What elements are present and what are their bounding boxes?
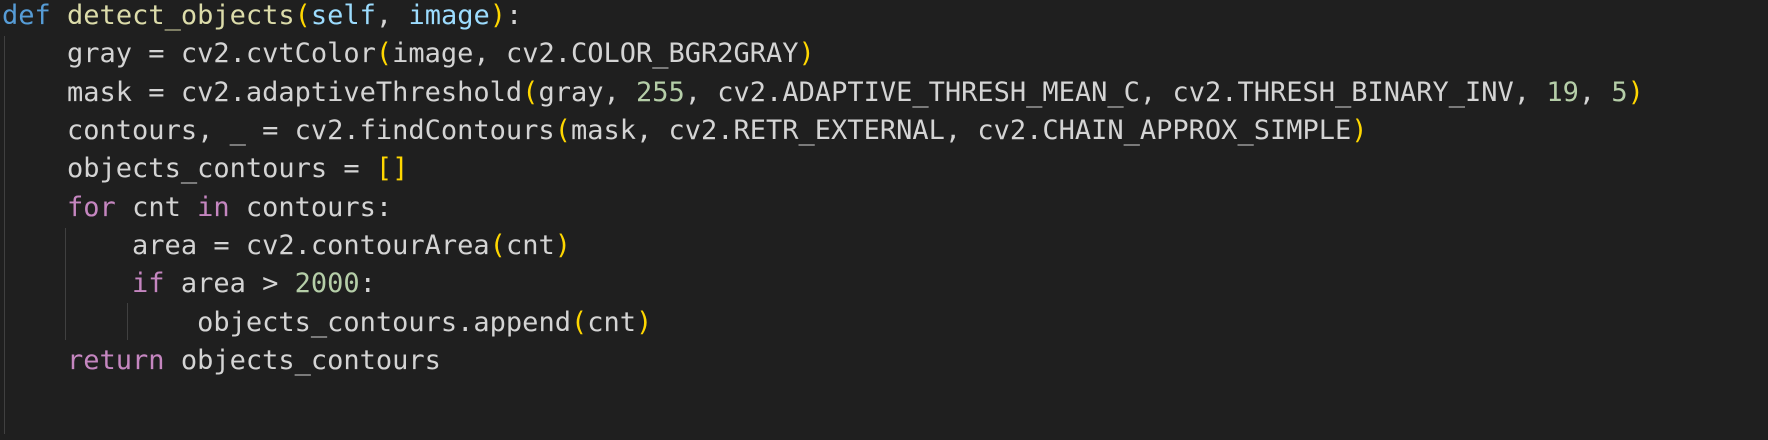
code-token: mask = cv2.adaptiveThreshold <box>67 77 523 108</box>
code-token: detect_objects <box>67 0 295 31</box>
code-token: self <box>310 0 376 31</box>
code-editor[interactable]: def detect_objects(self, image): gray = … <box>0 0 1768 440</box>
code-token: : <box>505 0 523 31</box>
code-token: in <box>197 192 230 223</box>
code-line-6[interactable]: for cnt in contours: <box>2 186 392 229</box>
code-token: 2000 <box>294 268 360 299</box>
code-token: 255 <box>636 77 685 108</box>
code-token: area = cv2.contourArea <box>132 230 490 261</box>
code-token: image <box>408 0 490 31</box>
code-token: [] <box>375 153 409 184</box>
code-token: ( <box>570 307 588 338</box>
code-line-4[interactable]: contours, _ = cv2.findContours(mask, cv2… <box>2 109 1368 152</box>
code-token: ) <box>1351 115 1368 146</box>
code-token: ) <box>489 0 506 31</box>
code-line-5[interactable]: objects_contours = [] <box>2 147 408 190</box>
code-token: mask, cv2.RETR_EXTERNAL, cv2.CHAIN_APPRO… <box>570 115 1352 146</box>
code-token: cnt <box>505 230 555 261</box>
code-token: cnt <box>115 192 198 223</box>
code-token: ( <box>522 77 539 108</box>
code-token: , <box>375 0 409 31</box>
code-token: ) <box>798 38 815 69</box>
code-token: contours: <box>229 192 393 223</box>
code-token: gray, <box>538 77 636 108</box>
code-token: , <box>1578 77 1612 108</box>
code-token: objects_contours.append <box>197 307 571 338</box>
code-token: 5 <box>1611 77 1628 108</box>
code-token: ( <box>294 0 311 31</box>
code-token: ) <box>1627 77 1644 108</box>
code-token: for <box>67 192 116 223</box>
code-token: 19 <box>1546 77 1579 108</box>
code-token: ) <box>554 230 571 261</box>
code-token: objects_contours <box>164 345 441 376</box>
code-line-3[interactable]: mask = cv2.adaptiveThreshold(gray, 255, … <box>2 71 1644 114</box>
code-token: area > <box>164 268 295 299</box>
code-line-9[interactable]: objects_contours.append(cnt) <box>2 301 652 344</box>
code-token: objects_contours = <box>67 153 376 184</box>
code-token: gray = cv2.cvtColor <box>67 38 376 69</box>
code-line-8[interactable]: if area > 2000: <box>2 262 376 305</box>
code-token: ( <box>554 115 571 146</box>
code-token: ) <box>636 307 653 338</box>
code-token: : <box>359 268 376 299</box>
code-line-2[interactable]: gray = cv2.cvtColor(image, cv2.COLOR_BGR… <box>2 32 815 75</box>
code-token: contours, _ = cv2.findContours <box>67 115 555 146</box>
code-token: ( <box>489 230 506 261</box>
code-token: if <box>132 268 165 299</box>
code-token: ( <box>375 38 393 69</box>
code-token: cnt <box>587 307 636 338</box>
code-token: def <box>2 0 51 31</box>
code-token: , cv2.ADAPTIVE_THRESH_MEAN_C, cv2.THRESH… <box>684 77 1547 108</box>
code-token: return <box>67 345 165 376</box>
code-token: image, cv2.COLOR_BGR2GRAY <box>392 38 799 69</box>
code-line-7[interactable]: area = cv2.contourArea(cnt) <box>2 224 571 267</box>
code-line-10[interactable]: return objects_contours <box>2 339 441 382</box>
